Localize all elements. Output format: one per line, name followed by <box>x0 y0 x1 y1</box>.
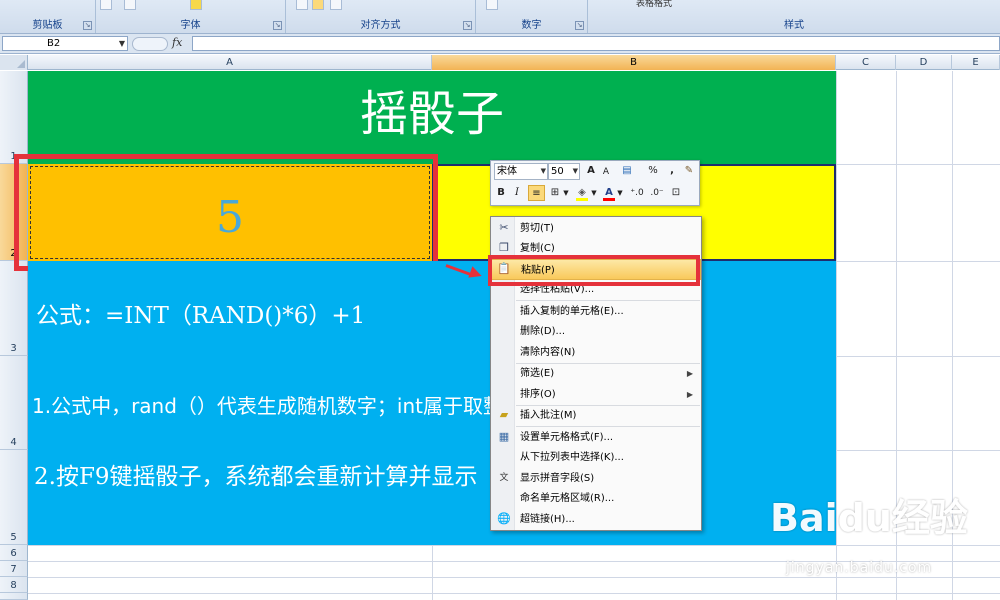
ribbon-group-label: 样式 <box>784 20 804 31</box>
name-box[interactable]: B2 ▼ <box>2 36 128 51</box>
row-header-7[interactable]: 7 <box>0 561 28 577</box>
row-header-4[interactable]: 4 <box>0 356 28 450</box>
row-header-6[interactable]: 6 <box>0 545 28 561</box>
shrink-font-button[interactable]: A <box>600 164 612 180</box>
gridline <box>28 577 1000 578</box>
note-1: 1.公式中，rand（）代表生成随机数字；int属于取整数 <box>32 394 497 418</box>
grow-font-button[interactable]: A <box>584 163 598 179</box>
formula-input[interactable] <box>192 36 1000 51</box>
highlight-box-paste <box>488 255 700 286</box>
gridline <box>836 164 1000 165</box>
bold-button[interactable]: B <box>494 185 508 201</box>
ribbon-group-number: 数字 ↘ <box>476 0 588 33</box>
ribbon-group-styles: 样式 <box>588 0 1000 33</box>
gridline <box>28 593 1000 594</box>
ribbon-group-font: 字体 ↘ <box>96 0 286 33</box>
watermark-logo: Baidu经验 <box>770 496 968 540</box>
dialog-launcher-icon[interactable]: ↘ <box>83 21 92 30</box>
row-header-5[interactable]: 5 <box>0 450 28 545</box>
gridline <box>28 545 1000 546</box>
increase-decimal-icon[interactable]: ⁺.0 <box>628 185 646 201</box>
center-align-icon[interactable]: ≡ <box>528 185 545 201</box>
ribbon-group-alignment: 对齐方式 ↘ <box>286 0 476 33</box>
menu-item-cut[interactable]: 剪切(T) <box>491 218 701 239</box>
scissors-icon: ✂ <box>499 221 509 234</box>
font-name-select[interactable]: 宋体 ▼ <box>494 163 548 180</box>
menu-item-hyperlink[interactable]: 超链接(H)... <box>491 509 701 530</box>
dialog-launcher-icon[interactable]: ↘ <box>273 21 282 30</box>
menu-item-insert-copied[interactable]: 插入复制的单元格(E)... <box>491 301 701 322</box>
chevron-right-icon: ▶ <box>686 369 693 378</box>
phonetic-icon: 文 <box>499 473 509 483</box>
menu-item-show-phonetic[interactable]: 显示拼音字段(S) <box>491 468 701 489</box>
row-header-3[interactable]: 3 <box>0 261 28 356</box>
row-header-1[interactable]: 1 <box>0 71 28 164</box>
name-box-value: B2 <box>47 38 61 49</box>
menu-item-name-range[interactable]: 命名单元格区域(R)... <box>491 488 701 509</box>
menu-item-insert-comment[interactable]: 插入批注(M) <box>491 405 701 426</box>
italic-button[interactable]: I <box>510 185 524 201</box>
ribbon-group-label: 剪贴板 <box>32 20 63 31</box>
dialog-launcher-icon[interactable]: ↘ <box>575 21 584 30</box>
gridline <box>836 450 1000 451</box>
column-header-c[interactable]: C <box>836 55 896 70</box>
sheet-title: 摇骰子 <box>359 86 504 142</box>
ribbon-group-label: 对齐方式 <box>360 20 401 31</box>
chevron-down-icon[interactable]: ▼ <box>119 37 125 50</box>
gridline <box>836 356 1000 357</box>
chevron-right-icon: ▶ <box>686 390 693 399</box>
comment-icon: ▰ <box>499 408 509 421</box>
menu-item-pick-from-list[interactable]: 从下拉列表中选择(K)... <box>491 447 701 468</box>
insert-function-icon[interactable]: fx <box>172 36 182 49</box>
highlight-box-a2 <box>14 154 438 271</box>
ribbon-group-label: 数字 <box>521 20 542 31</box>
merge-center-icon[interactable]: ⊡ <box>668 185 684 201</box>
percent-button[interactable]: % <box>646 163 660 179</box>
borders-icon[interactable]: ⊞ <box>548 185 562 201</box>
select-all-corner[interactable] <box>0 55 28 70</box>
hyperlink-icon: 🌐 <box>497 512 511 525</box>
menu-item-clear-contents[interactable]: 清除内容(N) <box>491 342 701 363</box>
menu-item-sort[interactable]: 排序(O) ▶ <box>491 384 701 405</box>
chevron-down-icon[interactable]: ▼ <box>616 185 624 201</box>
ribbon-group-clipboard: 剪贴板 ↘ <box>0 0 96 33</box>
column-header-a[interactable]: A <box>28 55 432 70</box>
gridline <box>432 545 433 600</box>
column-header-d[interactable]: D <box>896 55 952 70</box>
fill-color-swatch <box>576 198 588 201</box>
ribbon-group-label: 字体 <box>180 20 201 31</box>
menu-item-filter[interactable]: 筛选(E) ▶ <box>491 363 701 384</box>
font-color-swatch <box>603 198 615 201</box>
menu-item-delete[interactable]: 删除(D)... <box>491 321 701 342</box>
row-header-9[interactable] <box>0 593 28 600</box>
decrease-decimal-icon[interactable]: .0⁻ <box>648 185 666 201</box>
comma-button[interactable]: , <box>666 163 678 179</box>
formula-bar-resize-handle[interactable] <box>132 37 168 51</box>
formula-text: 公式：=INT（RAND()*6）+1 <box>36 303 366 329</box>
format-cells-icon: ▦ <box>498 430 510 443</box>
column-header-e[interactable]: E <box>952 55 1000 70</box>
row-header-8[interactable]: 8 <box>0 577 28 593</box>
gridline <box>836 261 1000 262</box>
note-2: 2.按F9键摇骰子，系统都会重新计算并显示 <box>34 464 478 490</box>
watermark-brand: Baidu经验 <box>770 496 968 540</box>
column-header-b[interactable]: B <box>432 55 836 70</box>
chevron-down-icon: ▼ <box>572 167 578 175</box>
dialog-launcher-icon[interactable]: ↘ <box>463 21 472 30</box>
font-size-select[interactable]: 50 ▼ <box>548 163 580 180</box>
accounting-format-icon[interactable]: ▤ <box>618 163 636 179</box>
chevron-down-icon[interactable]: ▼ <box>562 185 570 201</box>
chevron-down-icon[interactable]: ▼ <box>590 185 598 201</box>
menu-item-format-cells[interactable]: 设置单元格格式(F)... <box>491 427 701 448</box>
format-painter-icon[interactable]: ✎ <box>682 163 696 179</box>
chevron-down-icon: ▼ <box>540 167 546 175</box>
watermark-url: jingyan.baidu.com <box>786 560 933 576</box>
copy-icon: ❐ <box>499 241 509 254</box>
